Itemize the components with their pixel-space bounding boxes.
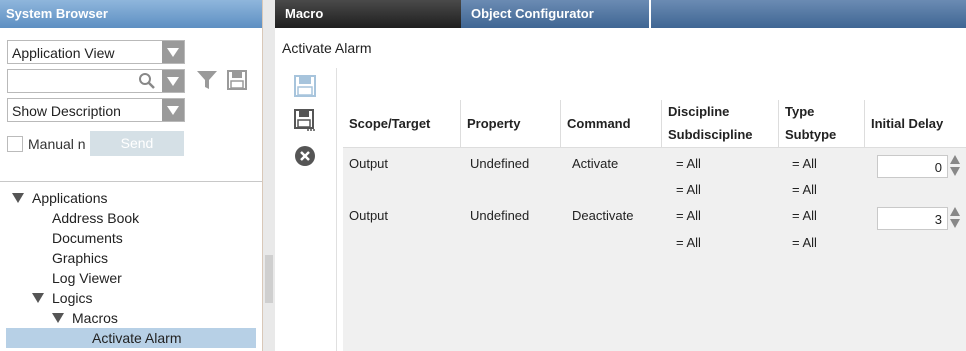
initial-delay-input[interactable]: 3 — [877, 207, 948, 230]
scrollbar-thumb[interactable] — [265, 255, 273, 303]
cell-property[interactable]: Undefined — [470, 156, 529, 171]
cell-command[interactable]: Activate — [572, 156, 618, 171]
browser-controls: Application View Show Description Manual… — [0, 28, 262, 182]
tab-bar: Macro Object Configurator — [275, 0, 966, 28]
system-tree: Applications Address Book Documents Grap… — [0, 188, 262, 348]
cell-subtype[interactable]: = All — [792, 182, 817, 197]
grid-header: Scope/Target Property Command Discipline… — [343, 100, 966, 148]
expanded-triangle-icon[interactable] — [52, 313, 64, 323]
cell-command[interactable]: Deactivate — [572, 208, 633, 223]
expanded-triangle-icon[interactable] — [12, 193, 24, 203]
send-button[interactable]: Send — [90, 131, 184, 156]
search-icon[interactable] — [138, 72, 156, 90]
initial-delay-value: 0 — [934, 160, 942, 175]
page-title: Activate Alarm — [282, 40, 372, 56]
macro-panel: Macro Object Configurator Activate Alarm… — [275, 0, 966, 351]
description-select[interactable]: Show Description — [7, 98, 185, 122]
decrement-icon[interactable] — [950, 167, 960, 176]
tree-item-logics[interactable]: Logics — [0, 288, 262, 308]
save-search-icon[interactable] — [227, 70, 247, 90]
tree-item-label: Activate Alarm — [92, 330, 182, 346]
macro-toolbar — [275, 68, 337, 351]
left-scrollbar[interactable] — [263, 0, 275, 351]
tree-item-label: Address Book — [52, 210, 140, 226]
filter-icon[interactable] — [196, 70, 218, 90]
chevron-down-icon[interactable] — [162, 41, 184, 63]
tab-object-configurator[interactable]: Object Configurator — [461, 0, 651, 28]
macro-grid: Scope/Target Property Command Discipline… — [343, 100, 966, 351]
save-icon[interactable] — [293, 74, 317, 98]
expanded-triangle-icon[interactable] — [32, 293, 44, 303]
header-type[interactable]: Type Subtype — [779, 100, 865, 148]
system-browser-title: System Browser — [0, 0, 262, 28]
tree-item-label: Applications — [32, 190, 108, 206]
increment-icon[interactable] — [950, 207, 960, 216]
header-command[interactable]: Command — [561, 100, 662, 148]
tree-item-applications[interactable]: Applications — [0, 188, 262, 208]
chevron-down-icon[interactable] — [162, 99, 184, 121]
cell-property[interactable]: Undefined — [470, 208, 529, 223]
tree-item-label: Log Viewer — [52, 270, 122, 286]
delay-stepper[interactable] — [950, 155, 960, 177]
manual-checkbox[interactable] — [7, 136, 23, 152]
decrement-icon[interactable] — [950, 219, 960, 228]
tab-macro[interactable]: Macro — [275, 0, 461, 28]
tree-item-documents[interactable]: Documents — [0, 228, 262, 248]
cell-scope[interactable]: Output — [349, 208, 388, 223]
description-select-value: Show Description — [12, 103, 121, 119]
cell-type[interactable]: = All — [792, 208, 817, 223]
chevron-down-icon[interactable] — [162, 70, 184, 92]
manual-label: Manual n — [28, 136, 86, 152]
save-as-icon[interactable] — [293, 108, 317, 132]
system-browser-panel: System Browser Application View Show Des… — [0, 0, 262, 351]
increment-icon[interactable] — [950, 155, 960, 164]
header-subdiscipline-label: Subdiscipline — [668, 127, 753, 142]
tree-item-activate-alarm[interactable]: Activate Alarm — [6, 328, 256, 348]
header-type-label: Type — [785, 104, 815, 119]
cell-type[interactable]: = All — [792, 156, 817, 171]
cell-scope[interactable]: Output — [349, 156, 388, 171]
header-discipline[interactable]: Discipline Subdiscipline — [662, 100, 779, 148]
tree-item-label: Logics — [52, 290, 93, 306]
initial-delay-value: 3 — [934, 212, 942, 227]
cell-discipline[interactable]: = All — [676, 156, 701, 171]
header-discipline-label: Discipline — [668, 104, 730, 119]
tree-item-label: Macros — [72, 310, 118, 326]
header-initial-delay[interactable]: Initial Delay — [865, 100, 966, 148]
delete-icon[interactable] — [293, 144, 317, 168]
tree-item-graphics[interactable]: Graphics — [0, 248, 262, 268]
cell-discipline[interactable]: = All — [676, 208, 701, 223]
divider — [0, 181, 262, 182]
tab-bar-fill — [651, 0, 966, 28]
delay-stepper[interactable] — [950, 207, 960, 229]
tree-item-label: Graphics — [52, 250, 109, 266]
cell-subdiscipline[interactable]: = All — [676, 182, 701, 197]
header-scope-target[interactable]: Scope/Target — [343, 100, 461, 148]
tree-item-macros[interactable]: Macros — [0, 308, 262, 328]
cell-subdiscipline[interactable]: = All — [676, 235, 701, 250]
cell-subtype[interactable]: = All — [792, 235, 817, 250]
tree-item-address-book[interactable]: Address Book — [0, 208, 262, 228]
tree-item-log-viewer[interactable]: Log Viewer — [0, 268, 262, 288]
view-select-value: Application View — [12, 45, 115, 61]
search-input[interactable] — [7, 69, 185, 93]
view-select[interactable]: Application View — [7, 40, 185, 64]
header-property[interactable]: Property — [461, 100, 561, 148]
tree-item-label: Documents — [52, 230, 123, 246]
header-subtype-label: Subtype — [785, 127, 837, 142]
initial-delay-input[interactable]: 0 — [877, 155, 948, 178]
